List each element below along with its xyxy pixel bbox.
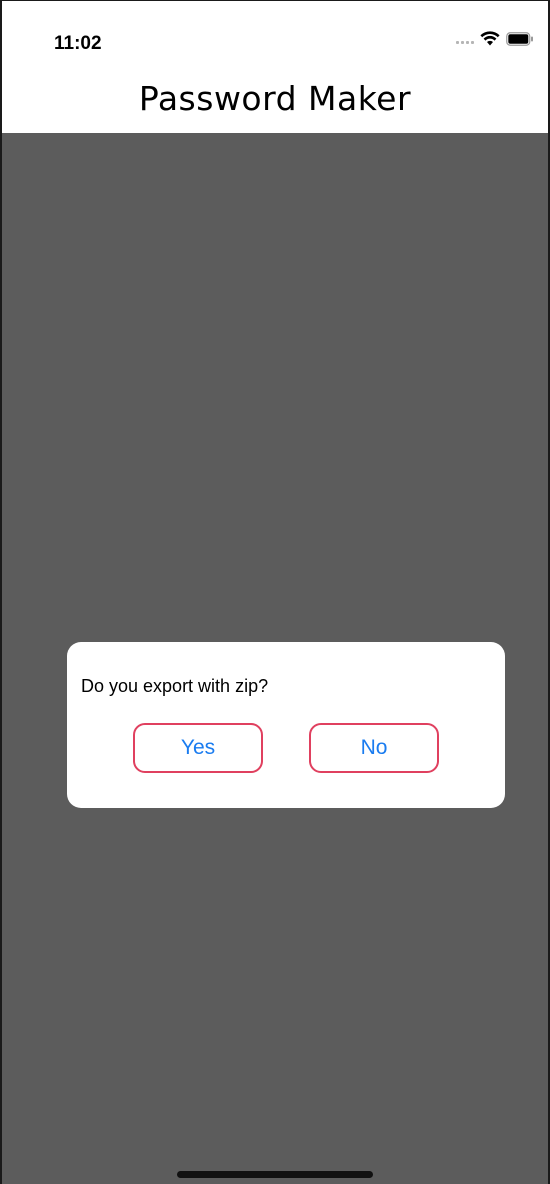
page-title: Password Maker (138, 78, 412, 118)
no-button[interactable]: No (309, 723, 439, 773)
battery-icon (506, 31, 533, 46)
dialog-message: Do you export with zip? (81, 676, 269, 696)
export-zip-dialog: Do you export with zip? Yes No (67, 642, 505, 808)
wifi-icon (480, 31, 500, 46)
status-time: 11:02 (54, 33, 102, 54)
home-indicator[interactable] (177, 1171, 373, 1178)
yes-button[interactable]: Yes (133, 723, 263, 773)
status-icons (456, 31, 534, 46)
navigation-bar: Password Maker (2, 63, 548, 134)
app-screen: 11:02 Password Maker Do you export with … (0, 0, 550, 1184)
status-bar: 11:02 (2, 1, 548, 63)
cellular-signal-icon (456, 34, 474, 44)
